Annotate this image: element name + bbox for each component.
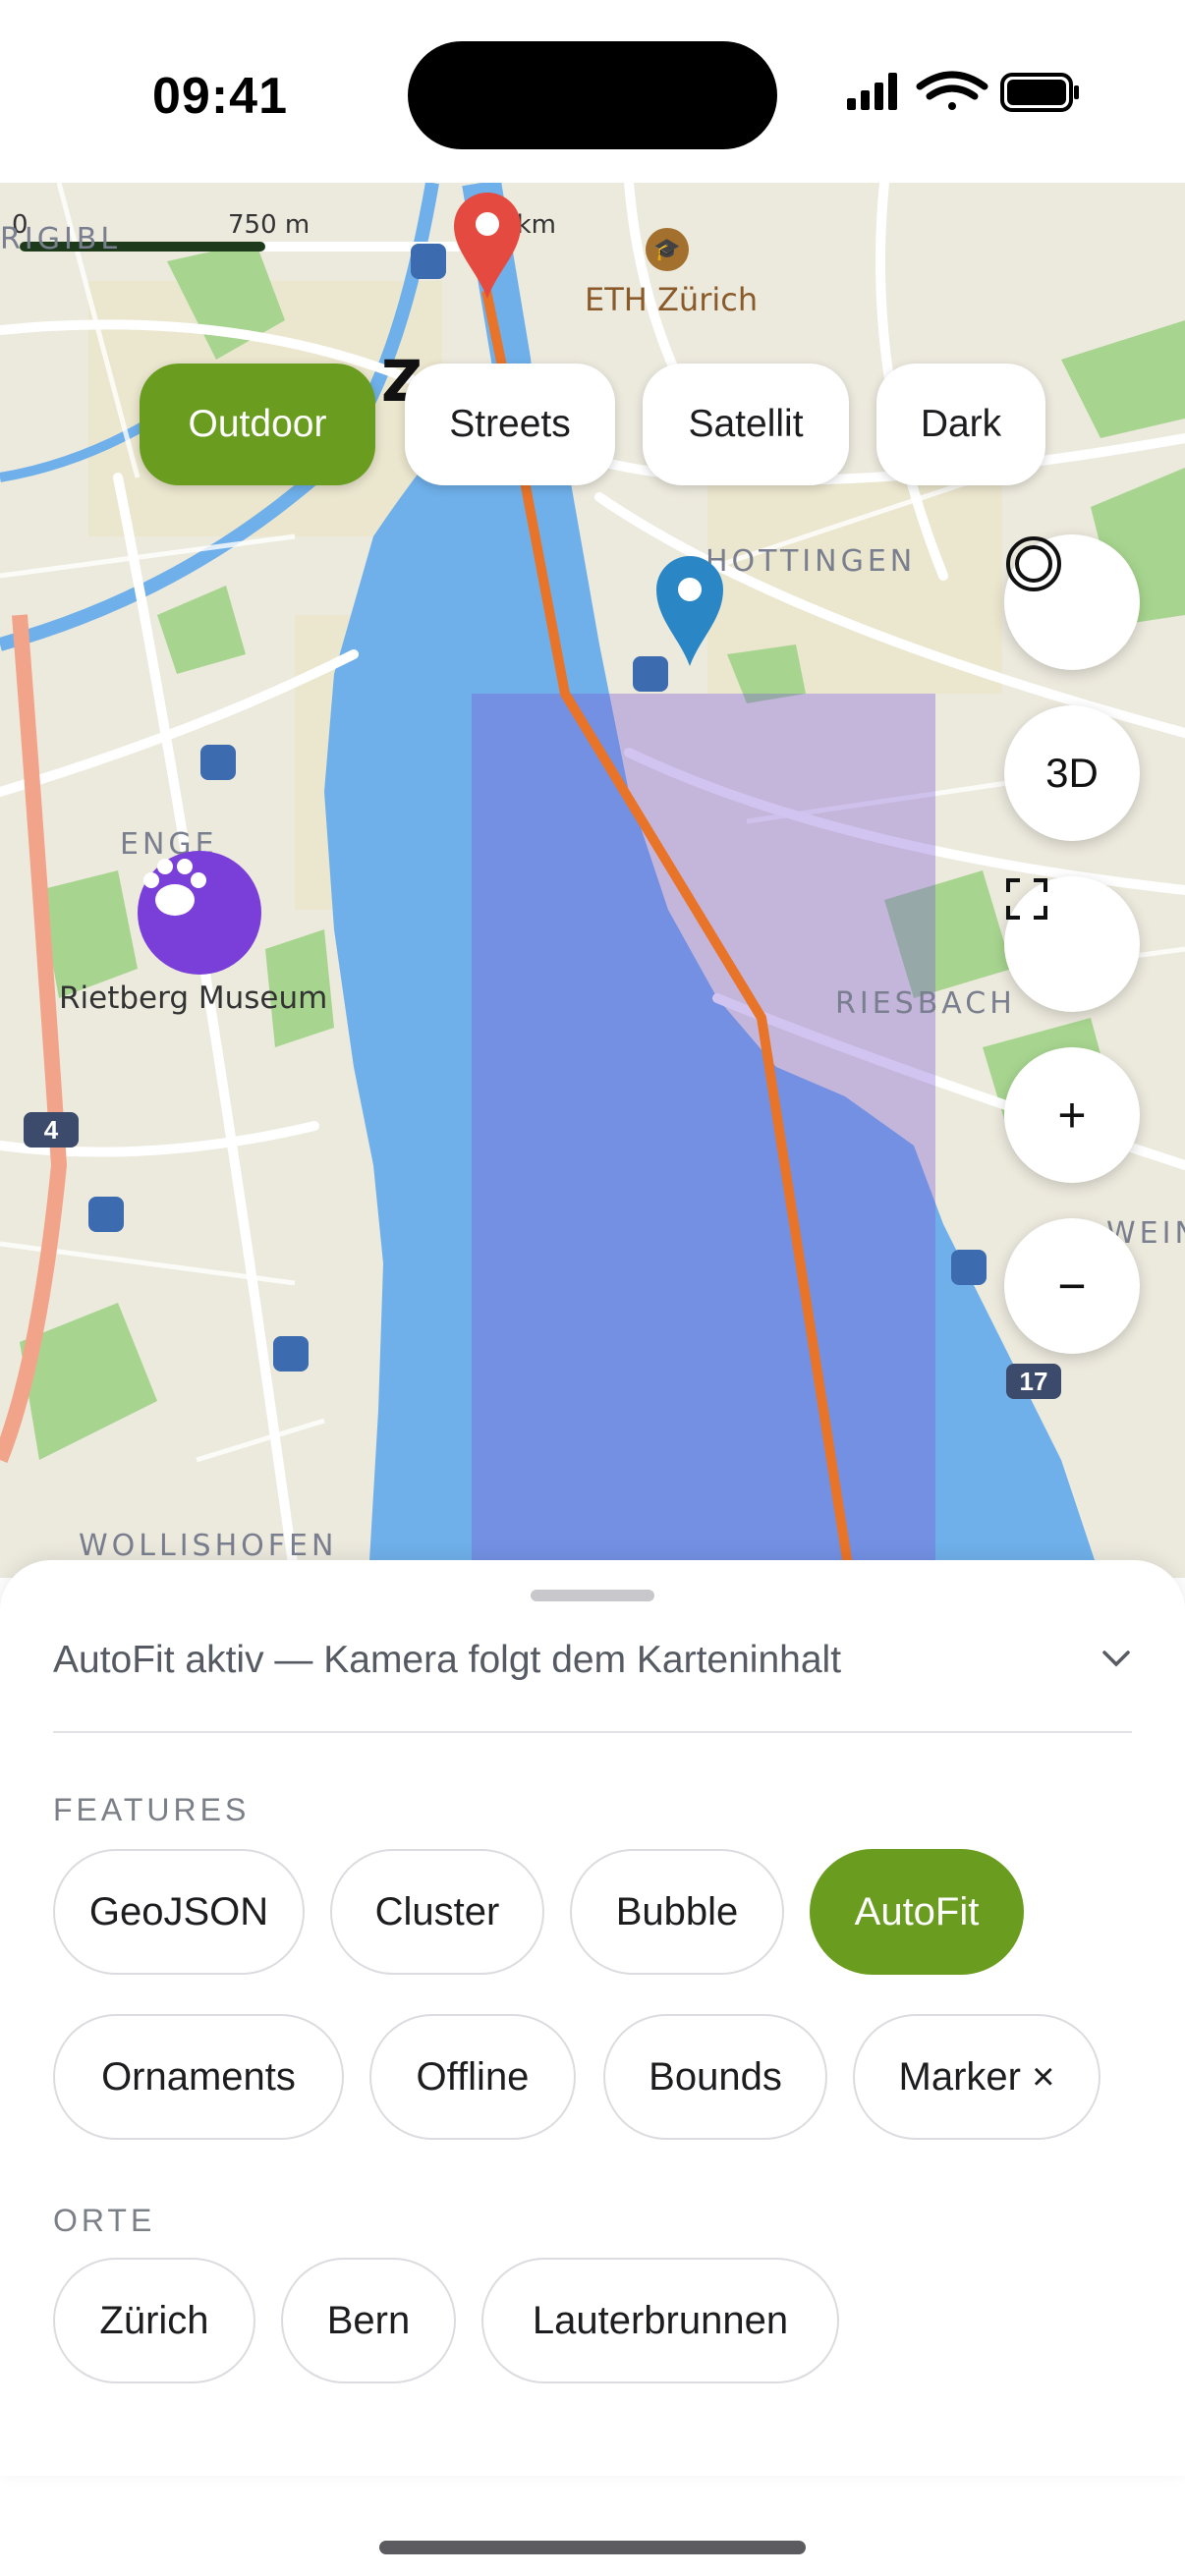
feature-chip-marker[interactable]: Marker ×	[853, 2014, 1100, 2140]
tram-stop-icon	[273, 1336, 309, 1372]
wifi-icon	[916, 71, 988, 110]
autofit-status-text: AutoFit aktiv — Kamera folgt dem Karteni…	[53, 1639, 842, 1681]
place-label-hottingen: HOTTINGEN	[705, 544, 917, 579]
sheet-grabber[interactable]	[531, 1590, 654, 1601]
places-section-title: ORTE	[53, 2203, 156, 2238]
feature-chip-bubble[interactable]: Bubble	[570, 1849, 784, 1975]
location-target-icon	[1006, 536, 1061, 591]
status-bar: 09:41	[0, 0, 1185, 183]
feature-chip-offline[interactable]: Offline	[369, 2014, 576, 2140]
style-chip-satellit[interactable]: Satellit	[643, 364, 849, 485]
style-chip-streets[interactable]: Streets	[405, 364, 615, 485]
features-section-title: FEATURES	[53, 1792, 251, 1827]
bottom-sheet: AutoFit aktiv — Kamera folgt dem Karteni…	[0, 1560, 1185, 2476]
bounds-polygon[interactable]	[472, 694, 935, 1578]
feature-chip-bounds[interactable]: Bounds	[603, 2014, 827, 2140]
toggle-3d-button[interactable]: 3D	[1004, 705, 1140, 841]
zoom-in-button[interactable]: +	[1004, 1047, 1140, 1183]
status-icons	[847, 67, 1083, 131]
feature-chip-geojson[interactable]: GeoJSON	[53, 1849, 305, 1975]
chevron-down-icon[interactable]	[1099, 1647, 1134, 1672]
tram-stop-icon	[88, 1197, 124, 1232]
road-badge-4: 4	[24, 1112, 79, 1148]
feature-chip-autofit[interactable]: AutoFit	[810, 1849, 1024, 1975]
status-time: 09:41	[152, 68, 288, 125]
fit-bounds-button[interactable]	[1004, 876, 1140, 1012]
university-icon: 🎓	[646, 228, 689, 271]
road-badge-17: 17	[1006, 1364, 1061, 1399]
map-view[interactable]: 0 750 m 1.5 km RIGIBL ETH Zürich Z HOTTI…	[0, 183, 1185, 1578]
home-indicator[interactable]	[379, 2541, 806, 2554]
place-label-wollishofen: WOLLISHOFEN	[79, 1529, 338, 1563]
tram-stop-icon	[951, 1250, 987, 1285]
place-chip-lauterbrunnen[interactable]: Lauterbrunnen	[481, 2258, 839, 2383]
place-chip-zurich[interactable]: Zürich	[53, 2258, 255, 2383]
paw-icon	[143, 859, 206, 916]
blue-pin-marker[interactable]	[652, 550, 727, 668]
place-label-riesbach: RIESBACH	[835, 986, 1016, 1021]
zoom-out-button[interactable]: −	[1004, 1218, 1140, 1354]
place-label-rietberg: Rietberg Museum	[59, 980, 328, 1016]
tram-stop-icon	[411, 244, 446, 279]
tram-stop-icon	[200, 745, 236, 780]
expand-corners-icon	[1006, 878, 1047, 920]
sheet-divider	[53, 1731, 1132, 1733]
place-label-eth: ETH Zürich	[585, 281, 759, 318]
locate-button[interactable]	[1004, 534, 1140, 670]
paw-marker[interactable]	[138, 851, 261, 975]
feature-chip-cluster[interactable]: Cluster	[330, 1849, 544, 1975]
scale-label-750m: 750 m	[228, 210, 310, 240]
signal-icon	[847, 73, 897, 110]
battery-icon	[1000, 73, 1079, 112]
red-pin-marker[interactable]	[448, 183, 527, 301]
style-chip-dark[interactable]: Dark	[876, 364, 1045, 485]
place-label-rigiblick: RIGIBL	[0, 222, 122, 256]
place-chip-bern[interactable]: Bern	[281, 2258, 456, 2383]
dynamic-island	[408, 41, 777, 149]
style-chip-outdoor[interactable]: Outdoor	[140, 364, 375, 485]
feature-chip-ornaments[interactable]: Ornaments	[53, 2014, 344, 2140]
